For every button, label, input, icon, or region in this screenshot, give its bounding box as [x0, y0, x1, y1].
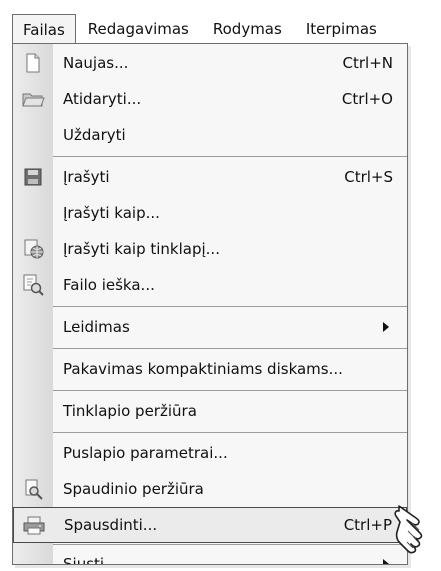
new-document-icon — [13, 45, 53, 81]
menu-item-label: Puslapio parametrai... — [63, 444, 228, 462]
open-folder-icon — [13, 81, 53, 117]
menu-item-package-cd[interactable]: Pakavimas kompaktiniams diskams... — [13, 351, 407, 387]
menu-iterpimas[interactable]: Iterpimas — [294, 14, 389, 44]
menu-rodymas-label: Rodymas — [212, 20, 282, 38]
menu-item-label: Spausdinti... — [64, 516, 158, 534]
menu-item-print[interactable]: Spausdinti... Ctrl+P — [13, 507, 407, 543]
menu-item-label: Atidaryti... — [63, 90, 142, 108]
menu-separator — [53, 306, 407, 307]
empty-icon-slot — [13, 309, 53, 345]
menu-item-file-search[interactable]: Failo ieška... — [13, 267, 407, 303]
menu-item-web-preview[interactable]: Tinklapio peržiūra — [13, 393, 407, 429]
menu-redagavimas-label: Redagavimas — [87, 20, 189, 38]
menu-item-label: Siųsti — [63, 555, 105, 565]
screenshot-stage: Failas Redagavimas Rodymas Iterpimas Nau… — [0, 0, 441, 571]
web-page-icon — [13, 231, 53, 267]
save-disk-icon — [13, 159, 53, 195]
menu-item-save-as[interactable]: Įrašyti kaip... — [13, 195, 407, 231]
menu-rodymas[interactable]: Rodymas — [201, 14, 294, 44]
menu-separator — [53, 432, 407, 433]
submenu-arrow-icon — [383, 559, 389, 564]
menu-item-label: Spaudinio peržiūra — [63, 480, 204, 498]
menu-iterpimas-label: Iterpimas — [305, 20, 377, 38]
menu-separator — [53, 544, 407, 545]
submenu-arrow-icon — [383, 322, 389, 332]
menu-shortcut: Ctrl+S — [344, 168, 393, 186]
empty-icon-slot — [13, 393, 53, 429]
menu-item-print-preview[interactable]: Spaudinio peržiūra — [13, 471, 407, 507]
file-search-icon — [13, 267, 53, 303]
menu-item-label: Naujas... — [63, 54, 129, 72]
menu-item-new[interactable]: Naujas... Ctrl+N — [13, 45, 407, 81]
menu-item-label: Tinklapio peržiūra — [63, 402, 197, 420]
menu-item-open[interactable]: Atidaryti... Ctrl+O — [13, 81, 407, 117]
file-menu-dropdown: Naujas... Ctrl+N Atidaryti... Ctrl+O Užd… — [12, 43, 408, 565]
hand-pointer-icon — [394, 505, 423, 554]
empty-icon-slot — [13, 195, 53, 231]
menu-separator — [53, 156, 407, 157]
menu-failas-label: Failas — [23, 20, 65, 39]
menu-item-close[interactable]: Uždaryti — [13, 117, 407, 153]
menu-item-label: Uždaryti — [63, 126, 126, 144]
empty-icon-slot — [13, 435, 53, 471]
menu-item-publishing[interactable]: Leidimas — [13, 309, 407, 345]
menu-item-label: Įrašyti kaip... — [63, 204, 160, 222]
menu-item-label: Leidimas — [63, 318, 130, 336]
menu-separator — [53, 390, 407, 391]
menu-shortcut: Ctrl+N — [342, 54, 393, 72]
menu-item-label: Failo ieška... — [63, 276, 155, 294]
menu-item-save[interactable]: Įrašyti Ctrl+S — [13, 159, 407, 195]
printer-icon — [14, 507, 54, 543]
menu-shortcut: Ctrl+P — [343, 516, 392, 534]
empty-icon-slot — [13, 546, 53, 564]
print-preview-icon — [13, 471, 53, 507]
menu-item-label: Įrašyti kaip tinklapį... — [63, 240, 220, 258]
menu-item-page-setup[interactable]: Puslapio parametrai... — [13, 435, 407, 471]
menu-bar: Failas Redagavimas Rodymas Iterpimas — [12, 13, 408, 45]
empty-icon-slot — [13, 117, 53, 153]
menu-failas[interactable]: Failas — [12, 13, 76, 45]
menu-shortcut: Ctrl+O — [341, 90, 393, 108]
menu-redagavimas[interactable]: Redagavimas — [76, 14, 201, 44]
menu-item-label: Įrašyti — [63, 168, 110, 186]
empty-icon-slot — [13, 351, 53, 387]
menu-item-label: Pakavimas kompaktiniams diskams... — [63, 360, 343, 378]
menu-separator — [53, 348, 407, 349]
menu-item-send[interactable]: Siųsti — [13, 546, 407, 565]
menu-item-save-web[interactable]: Įrašyti kaip tinklapį... — [13, 231, 407, 267]
